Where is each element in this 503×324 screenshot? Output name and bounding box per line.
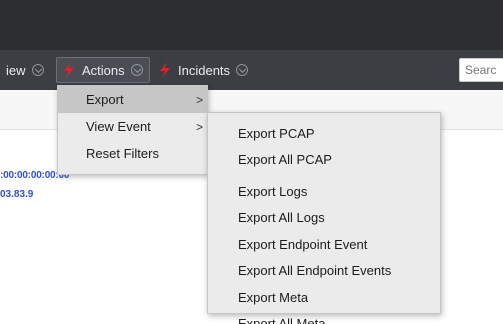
menu-item-label: Reset Filters [86, 146, 159, 161]
ip-address-text[interactable]: 03.83.9 [0, 189, 33, 200]
menu-item-view-event[interactable]: View Event > [58, 113, 207, 140]
actions-dropdown-menu: Export > View Event > Reset Filters [57, 85, 208, 175]
view-menu-label: iew [6, 62, 26, 78]
submenu-arrow-icon: > [196, 92, 204, 107]
menu-item-export-endpoint-event[interactable]: Export Endpoint Event [238, 237, 367, 252]
chevron-down-icon [130, 64, 143, 76]
menu-item-export-all-endpoint-events[interactable]: Export All Endpoint Events [238, 263, 391, 278]
incidents-menu-button[interactable]: Incidents [158, 57, 249, 83]
menu-item-export-meta[interactable]: Export Meta [238, 290, 308, 305]
lightning-bolt-icon [64, 62, 74, 78]
actions-menu-label: Actions [82, 62, 125, 78]
view-menu-button[interactable]: iew [0, 57, 44, 83]
menu-item-label: Export [86, 92, 124, 107]
export-submenu: Export PCAP Export All PCAP Export Logs … [207, 112, 441, 324]
menu-item-export[interactable]: Export > [58, 86, 207, 113]
chevron-down-icon [236, 64, 249, 76]
submenu-arrow-icon: > [196, 119, 204, 134]
lightning-bolt-icon [160, 62, 170, 78]
menu-item-reset-filters[interactable]: Reset Filters [58, 140, 207, 167]
menu-item-export-all-meta[interactable]: Export All Meta [238, 316, 325, 324]
incidents-menu-label: Incidents [178, 62, 231, 78]
menu-item-export-all-logs[interactable]: Export All Logs [238, 210, 325, 225]
top-header-bar [0, 0, 503, 50]
menu-item-export-logs[interactable]: Export Logs [238, 184, 307, 199]
actions-menu-button[interactable]: Actions [56, 57, 150, 83]
chevron-down-icon [31, 64, 44, 76]
menu-item-label: View Event [86, 119, 151, 134]
menu-item-export-all-pcap[interactable]: Export All PCAP [238, 152, 332, 167]
menu-item-export-pcap[interactable]: Export PCAP [238, 126, 315, 141]
search-input[interactable] [459, 58, 503, 82]
